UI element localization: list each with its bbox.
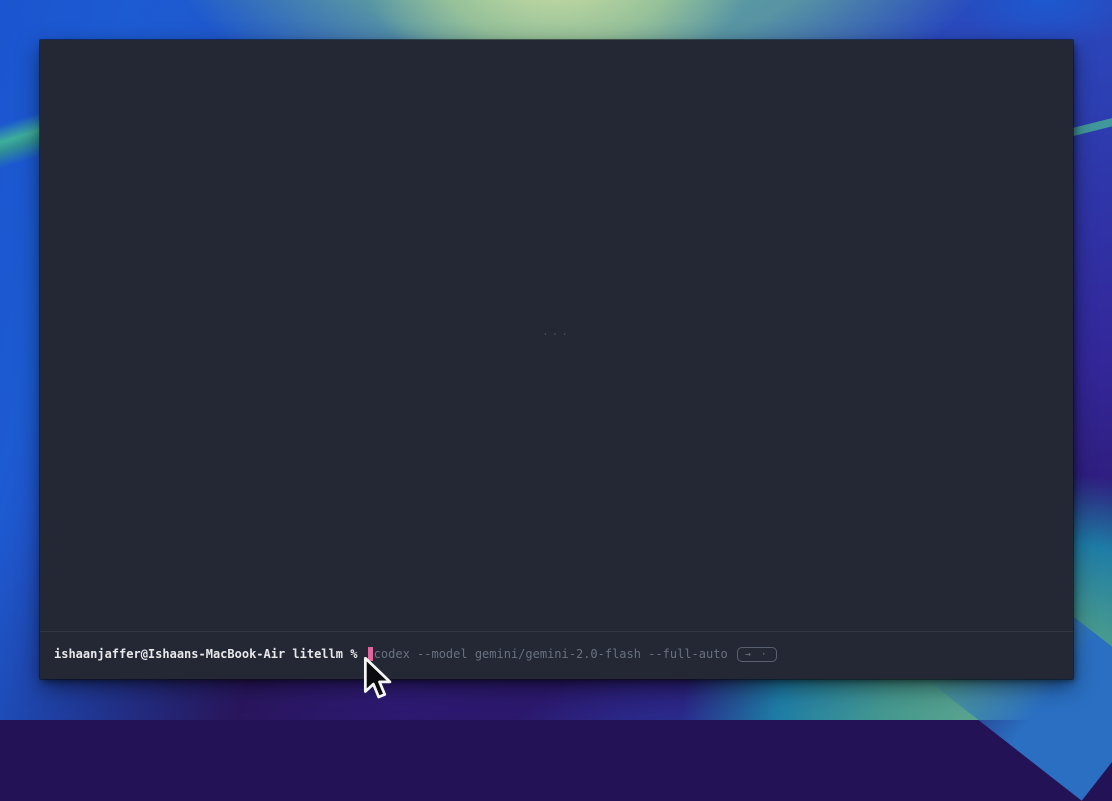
text-cursor xyxy=(368,647,373,661)
terminal-window[interactable]: ··· ishaanjaffer@Ishaans-MacBook-Air lit… xyxy=(40,40,1073,679)
accept-suggestion-hint-badge: → · xyxy=(737,647,777,662)
terminal-prompt-line[interactable]: ishaanjaffer@Ishaans-MacBook-Air litellm… xyxy=(54,645,777,663)
command-autosuggestion: codex --model gemini/gemini-2.0-flash --… xyxy=(374,645,728,663)
terminal-loading-ellipsis: ··· xyxy=(542,328,571,341)
shell-prompt: ishaanjaffer@Ishaans-MacBook-Air litellm… xyxy=(54,645,365,663)
terminal-divider-line xyxy=(40,631,1073,632)
